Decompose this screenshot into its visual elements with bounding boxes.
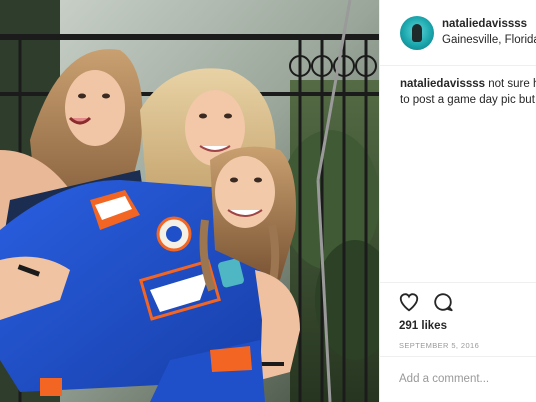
comment-box: Add a comment... [380, 356, 536, 401]
post-side-panel: nataliedavissss Gainesville, Florida nat… [379, 0, 536, 402]
instagram-post: nataliedavissss Gainesville, Florida nat… [0, 0, 536, 402]
caption-text-line1: not sure ho [488, 78, 536, 90]
caption-username[interactable]: nataliedavissss [400, 78, 485, 90]
comment-input[interactable]: Add a comment... [399, 373, 489, 385]
heart-icon[interactable] [398, 291, 420, 313]
post-actions: 291 likes SEPTEMBER 5, 2016 Add a commen… [380, 282, 536, 400]
post-caption: nataliedavissss not sure ho to post a ga… [400, 76, 536, 108]
post-photo-image [0, 0, 379, 402]
likes-count[interactable]: 291 likes [399, 320, 447, 332]
header-location[interactable]: Gainesville, Florida [442, 34, 536, 46]
post-header: nataliedavissss Gainesville, Florida [380, 0, 536, 66]
comment-icon[interactable] [432, 291, 454, 313]
post-photo[interactable] [0, 0, 379, 402]
post-date: SEPTEMBER 5, 2016 [399, 341, 480, 350]
caption-text-line2: to post a game day pic but [400, 94, 535, 106]
avatar-figure [412, 24, 422, 42]
header-username[interactable]: nataliedavissss [442, 18, 527, 30]
avatar[interactable] [400, 16, 434, 50]
